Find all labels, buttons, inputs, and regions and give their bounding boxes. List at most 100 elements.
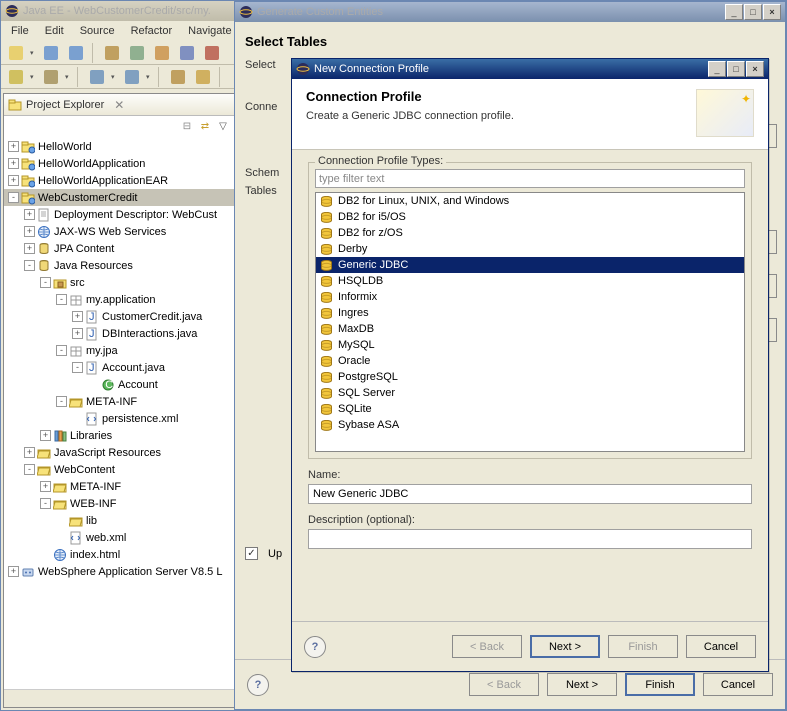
tree-node[interactable]: -WEB-INF <box>4 495 234 512</box>
expand-icon[interactable]: + <box>24 243 35 254</box>
collapse-icon[interactable]: - <box>24 464 35 475</box>
profile-type-item[interactable]: Ingres <box>316 305 744 321</box>
tree-node[interactable]: -META-INF <box>4 393 234 410</box>
gen-titlebar[interactable]: Generate Custom Entities _ □ × <box>235 2 785 22</box>
tool-icon[interactable] <box>126 43 148 63</box>
tree-node[interactable]: -my.application <box>4 291 234 308</box>
collapse-icon[interactable]: - <box>56 396 67 407</box>
next-button[interactable]: Next > <box>530 635 600 658</box>
collapse-icon[interactable]: - <box>40 498 51 509</box>
maximize-button[interactable]: □ <box>744 4 762 20</box>
tree-node[interactable]: +HelloWorldApplication <box>4 155 234 172</box>
tree-node[interactable]: -WebCustomerCredit <box>4 189 234 206</box>
back-button[interactable]: < Back <box>452 635 522 658</box>
profile-type-item[interactable]: Informix <box>316 289 744 305</box>
finish-button[interactable]: Finish <box>608 635 678 658</box>
profile-type-item[interactable]: HSQLDB <box>316 273 744 289</box>
collapse-icon[interactable]: - <box>56 345 67 356</box>
expand-icon[interactable]: + <box>40 430 51 441</box>
expand-icon[interactable]: + <box>8 141 19 152</box>
expand-icon[interactable]: + <box>8 175 19 186</box>
tree-node[interactable]: +CustomerCredit.java <box>4 308 234 325</box>
profile-type-item[interactable]: Oracle <box>316 353 744 369</box>
tool-icon[interactable] <box>101 43 123 63</box>
save-icon[interactable] <box>40 43 62 63</box>
profile-type-item[interactable]: MySQL <box>316 337 744 353</box>
tool-icon[interactable] <box>192 67 214 87</box>
tree-node[interactable]: persistence.xml <box>4 410 234 427</box>
minimize-button[interactable]: _ <box>725 4 743 20</box>
tree-node[interactable]: +DBInteractions.java <box>4 325 234 342</box>
close-button[interactable]: × <box>746 61 764 77</box>
tool-icon[interactable] <box>86 67 108 87</box>
cancel-button[interactable]: Cancel <box>703 673 773 696</box>
minimize-button[interactable]: _ <box>708 61 726 77</box>
tool-icon[interactable] <box>40 67 62 87</box>
collapse-all-icon[interactable]: ⊟ <box>180 119 194 133</box>
tree-node[interactable]: +JavaScript Resources <box>4 444 234 461</box>
tree-node[interactable]: +META-INF <box>4 478 234 495</box>
tree-node[interactable]: +WebSphere Application Server V8.5 L <box>4 563 234 580</box>
collapse-icon[interactable]: - <box>24 260 35 271</box>
collapse-icon[interactable]: - <box>72 362 83 373</box>
cancel-button[interactable]: Cancel <box>686 635 756 658</box>
tool-icon[interactable] <box>151 43 173 63</box>
tree-node[interactable]: -WebContent <box>4 461 234 478</box>
expand-icon[interactable]: + <box>24 447 35 458</box>
tool-icon[interactable] <box>5 67 27 87</box>
update-checkbox[interactable]: ✓ <box>245 547 258 560</box>
save-all-icon[interactable] <box>65 43 87 63</box>
expand-icon[interactable]: + <box>24 209 35 220</box>
finish-button[interactable]: Finish <box>625 673 695 696</box>
tree-node[interactable]: +HelloWorldApplicationEAR <box>4 172 234 189</box>
tree-node[interactable]: lib <box>4 512 234 529</box>
name-input[interactable] <box>308 484 752 504</box>
menu-edit[interactable]: Edit <box>37 23 72 39</box>
profile-type-item[interactable]: Derby <box>316 241 744 257</box>
profile-type-item[interactable]: DB2 for Linux, UNIX, and Windows <box>316 193 744 209</box>
menu-refactor[interactable]: Refactor <box>123 23 181 39</box>
profile-type-item[interactable]: Sybase ASA <box>316 417 744 433</box>
tree-node[interactable]: +JPA Content <box>4 240 234 257</box>
profile-type-item[interactable]: Generic JDBC <box>316 257 744 273</box>
tree-node[interactable]: -Account.java <box>4 359 234 376</box>
profile-type-item[interactable]: PostgreSQL <box>316 369 744 385</box>
expand-icon[interactable]: + <box>8 566 19 577</box>
new-wizard-icon[interactable] <box>5 43 27 63</box>
menu-file[interactable]: File <box>3 23 37 39</box>
tool-icon[interactable] <box>121 67 143 87</box>
tree-node[interactable]: +Deployment Descriptor: WebCust <box>4 206 234 223</box>
expand-icon[interactable]: + <box>40 481 51 492</box>
tool-icon[interactable] <box>167 67 189 87</box>
tree-node[interactable]: +JAX-WS Web Services <box>4 223 234 240</box>
desc-input[interactable] <box>308 529 752 549</box>
close-icon[interactable]: ✕ <box>114 98 124 112</box>
link-editor-icon[interactable]: ⇄ <box>198 119 212 133</box>
tree-node[interactable]: -Java Resources <box>4 257 234 274</box>
profile-type-item[interactable]: DB2 for i5/OS <box>316 209 744 225</box>
expand-icon[interactable]: + <box>72 328 83 339</box>
tool-icon[interactable] <box>201 43 223 63</box>
profile-type-item[interactable]: SQL Server <box>316 385 744 401</box>
tree-node[interactable]: index.html <box>4 546 234 563</box>
filter-input[interactable] <box>315 169 745 188</box>
profile-type-item[interactable]: MaxDB <box>316 321 744 337</box>
next-button[interactable]: Next > <box>547 673 617 696</box>
expand-icon[interactable]: + <box>24 226 35 237</box>
close-button[interactable]: × <box>763 4 781 20</box>
tree-node[interactable]: -src <box>4 274 234 291</box>
view-tab[interactable]: Project Explorer ✕ <box>4 94 234 116</box>
help-button[interactable]: ? <box>304 636 326 658</box>
conn-titlebar[interactable]: New Connection Profile _ □ × <box>292 59 768 79</box>
expand-icon[interactable]: + <box>72 311 83 322</box>
collapse-icon[interactable]: - <box>56 294 67 305</box>
dropdown-arrow-icon[interactable]: ▾ <box>30 43 37 63</box>
project-tree[interactable]: +HelloWorld+HelloWorldApplication+HelloW… <box>4 136 234 689</box>
tree-node[interactable]: +Libraries <box>4 427 234 444</box>
maximize-button[interactable]: □ <box>727 61 745 77</box>
tree-node[interactable]: Account <box>4 376 234 393</box>
tree-node[interactable]: web.xml <box>4 529 234 546</box>
menu-source[interactable]: Source <box>72 23 123 39</box>
help-button[interactable]: ? <box>247 674 269 696</box>
tree-node[interactable]: +HelloWorld <box>4 138 234 155</box>
